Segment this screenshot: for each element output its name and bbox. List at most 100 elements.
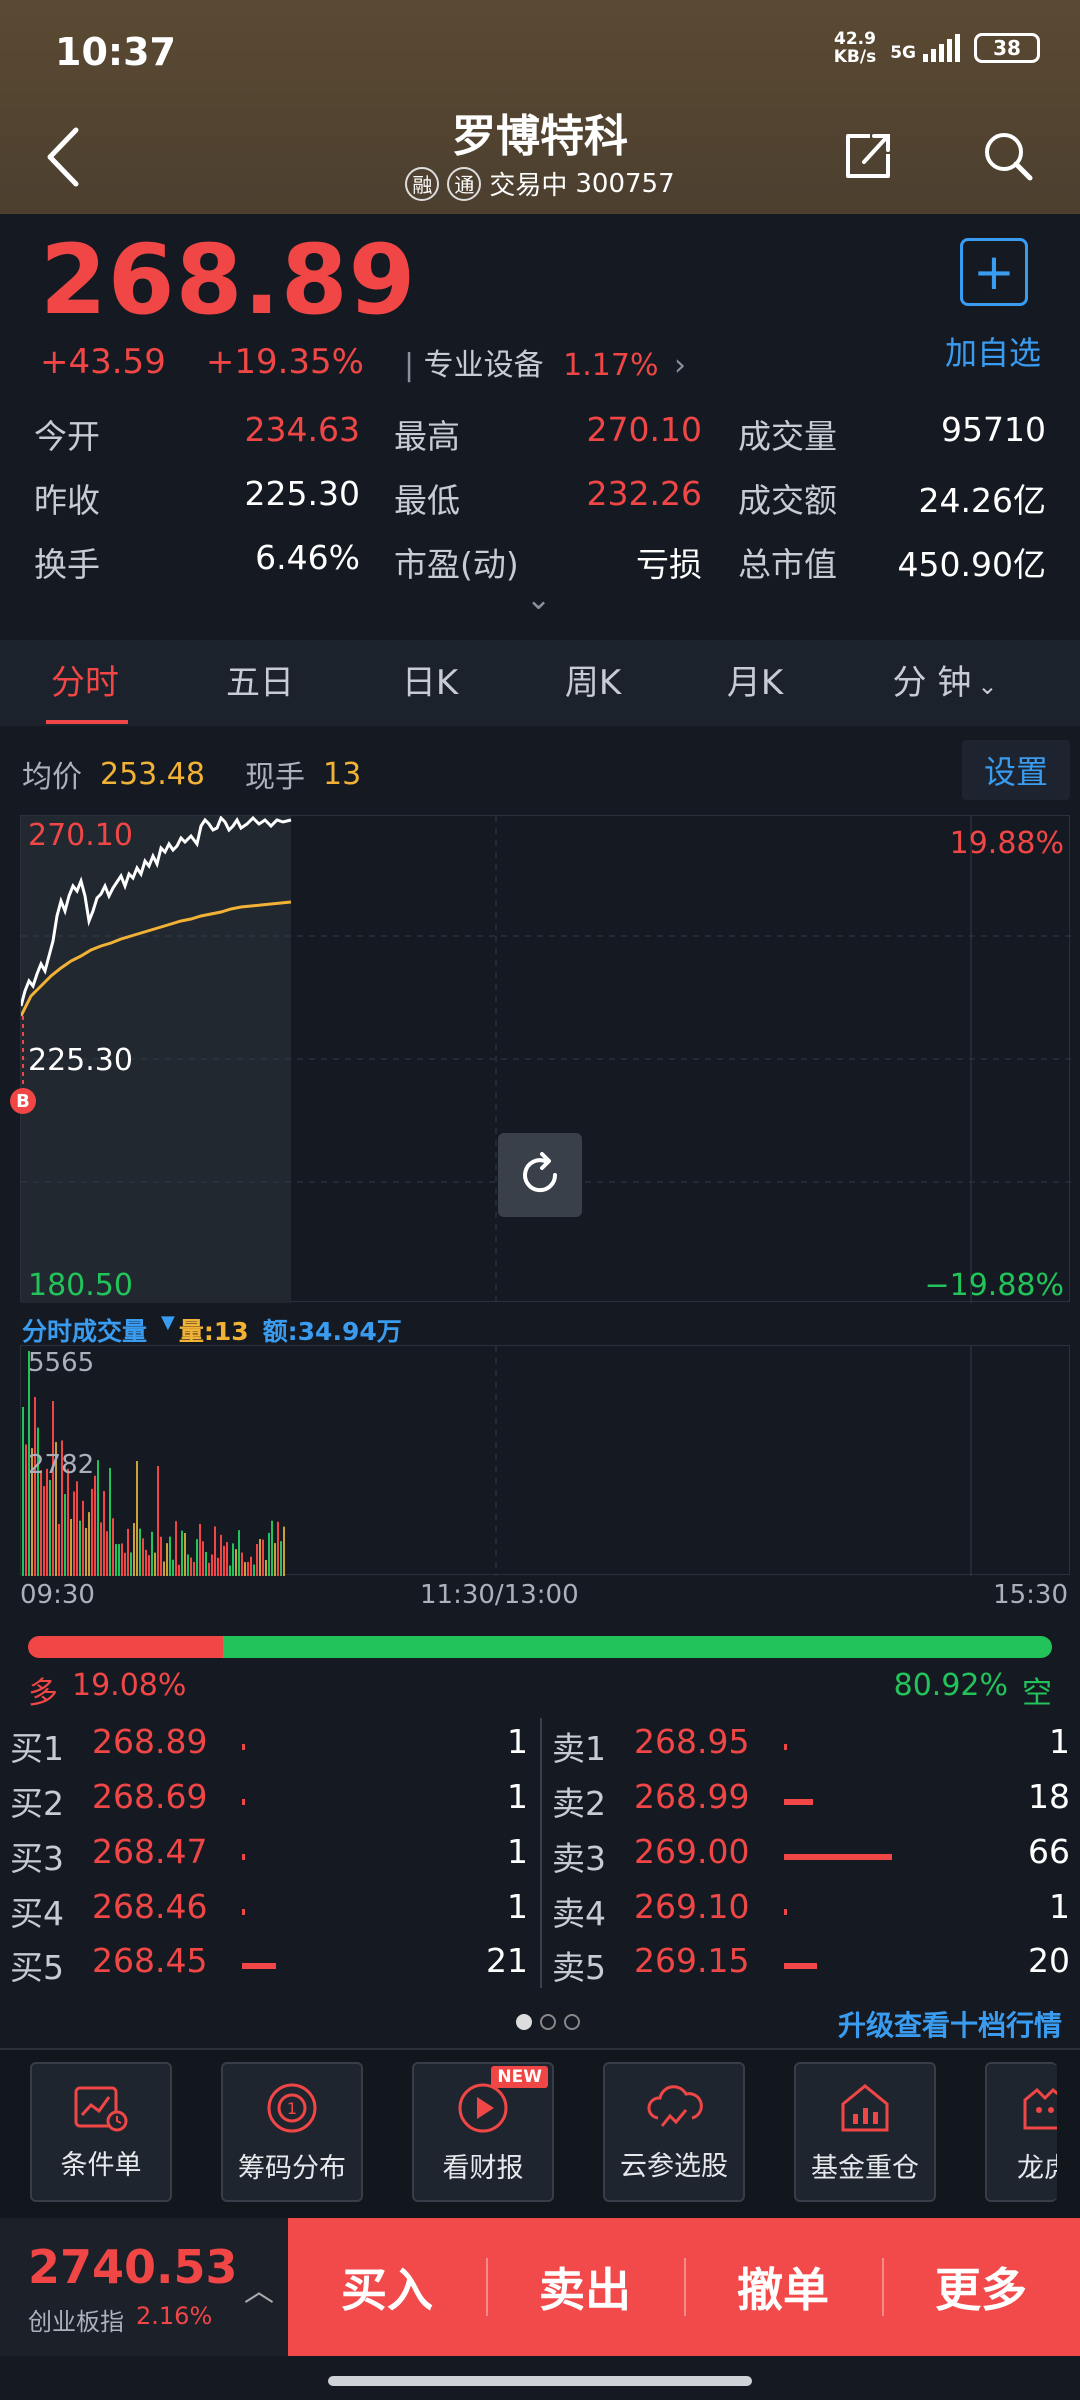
sentiment-bar [28,1636,1052,1658]
chart-high-price: 270.10 [28,818,133,853]
stat-label: 成交量 [738,417,837,456]
tab-five-day[interactable]: 五日 [195,640,325,726]
volume-bar [214,1526,216,1576]
order-price[interactable]: 269.15 [634,1941,749,1980]
order-level-label: 买2 [10,1784,64,1823]
order-price[interactable]: 268.89 [92,1722,207,1761]
tool-chart-clock[interactable]: 条件单 [30,2062,172,2202]
volume-bar [91,1488,93,1576]
volume-bar [160,1536,162,1576]
status-icons: 42.9 KB/s 5G 38 [834,30,1040,66]
tiger-icon [1017,2080,1057,2140]
chart-high-pct: 19.88% [949,826,1064,861]
time-end: 15:30 [993,1580,1068,1610]
order-price[interactable]: 268.47 [92,1832,207,1871]
sector-link[interactable]: | 专业设备 1.17% › [404,340,686,384]
order-level-label: 卖4 [552,1894,606,1933]
order-price[interactable]: 268.46 [92,1887,207,1926]
chevron-up-icon[interactable]: ︿ [244,2266,274,2310]
connect-badge: 通 [447,166,482,201]
index-sub: 创业板指 2.16% [28,2302,212,2337]
volume-bar [106,1531,108,1576]
order-qty-bar [784,1744,787,1750]
order-qty: 18 [1028,1777,1070,1816]
tab-minute[interactable]: 分 钟 ⌄ [870,640,1020,726]
tab-intraday[interactable]: 分时 [20,640,150,726]
tool-cloud[interactable]: 云参选股 [603,2062,745,2202]
share-button[interactable] [840,128,896,184]
order-price[interactable]: 268.95 [634,1722,749,1761]
sell-button[interactable]: 卖出 [486,2218,684,2356]
volume-bar [112,1518,114,1576]
volume-title[interactable]: 分时成交量 [22,1312,147,1348]
tool-label: 看财报 [442,2152,524,2184]
tool-label: 云参选股 [620,2150,728,2182]
bear-fill [223,1636,1052,1658]
tab-weekly-k[interactable]: 周K [528,640,658,726]
add-favorite-label[interactable]: 加自选 [945,328,1041,374]
volume-bar [223,1545,225,1576]
order-level-label: 买3 [10,1839,64,1878]
order-price[interactable]: 268.45 [92,1941,207,1980]
index-pct: 2.16% [136,2302,213,2330]
cancel-order-button[interactable]: 撤单 [684,2218,882,2356]
order-price[interactable]: 269.10 [634,1887,749,1926]
cloud-icon [644,2082,704,2138]
order-qty-bar [242,1909,245,1915]
volume-bar [229,1565,231,1576]
volume-bar [52,1401,54,1576]
search-icon [985,133,1033,181]
tab-daily-k[interactable]: 日K [365,640,495,726]
add-favorite-button[interactable]: + [960,238,1028,306]
tool-tiger[interactable]: 龙虎 [985,2062,1057,2202]
change-row: +43.59 +19.35% | 专业设备 1.17% › [40,340,686,384]
volume-bar [100,1522,102,1576]
order-level-label: 买1 [10,1729,64,1768]
expand-chevron-icon[interactable]: ⌄ [526,582,551,617]
buy-marker[interactable]: B [10,1088,36,1114]
buy-button[interactable]: 买入 [288,2218,486,2356]
chart-low-pct: −19.88% [924,1268,1064,1303]
triangle-down-icon[interactable]: ▼ [161,1312,175,1348]
order-qty-bar [242,1854,245,1860]
volume-bar [46,1468,48,1576]
order-price[interactable]: 269.00 [634,1832,749,1871]
volume-bar [118,1544,120,1576]
stock-code: 300757 [575,168,675,199]
volume-bar [175,1521,177,1576]
volume-bar [232,1543,234,1576]
volume-bar [124,1552,126,1576]
current-vol-value: 13 [322,756,362,792]
order-price[interactable]: 268.99 [634,1777,749,1816]
order-qty-bar [784,1854,892,1860]
volume-bar [202,1541,204,1576]
refresh-button[interactable] [498,1133,582,1217]
tab-monthly-k[interactable]: 月K [690,640,820,726]
more-button[interactable]: 更多 [882,2218,1080,2356]
volume-bar [193,1561,195,1576]
volume-bar [94,1475,96,1576]
intraday-chart[interactable] [20,815,1071,1303]
order-qty: 66 [1028,1832,1070,1871]
new-badge: NEW [491,2066,548,2088]
stat-value: 450.90亿 [897,545,1046,584]
volume-bar [64,1494,66,1576]
volume-bar [283,1526,285,1576]
tool-house-chart[interactable]: 基金重仓 [794,2062,936,2202]
volume-bar [70,1518,72,1576]
chart-settings-button[interactable]: 设置 [962,740,1070,800]
tool-label: 条件单 [60,2149,142,2181]
tool-chip[interactable]: 1 筹码分布 [221,2062,363,2202]
order-qty: 1 [507,1722,528,1761]
volume-bar [277,1521,279,1576]
home-indicator[interactable] [328,2376,752,2386]
tool-play[interactable]: 看财报 NEW [412,2062,554,2202]
chip-icon: 1 [264,2080,320,2140]
chevron-right-icon: › [674,348,687,383]
order-price[interactable]: 268.69 [92,1777,207,1816]
search-button[interactable] [980,128,1036,184]
order-qty-bar [784,1909,787,1915]
volume-bar [67,1468,69,1576]
chart-info-row: 均价 253.48 现手 13 [22,752,361,796]
volume-bar [73,1491,75,1576]
